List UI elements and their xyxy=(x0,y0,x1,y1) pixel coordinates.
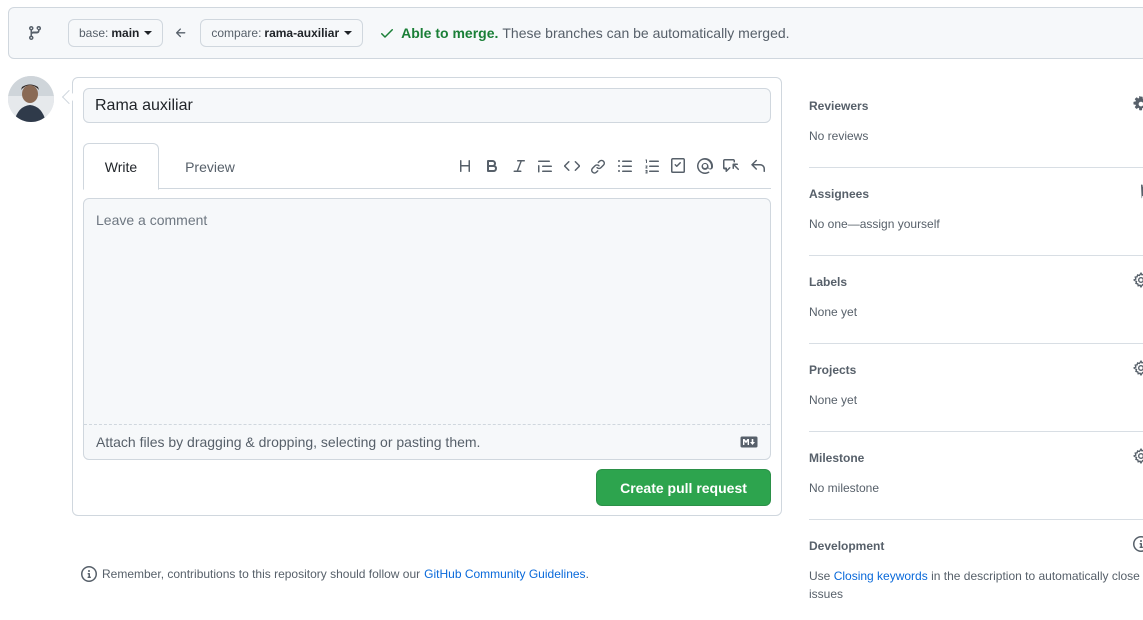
gear-icon[interactable] xyxy=(1133,184,1143,200)
compare-bar: base: main compare: rama-auxiliar Able t… xyxy=(8,7,1143,59)
italic-icon[interactable] xyxy=(506,153,532,179)
gear-icon[interactable] xyxy=(1133,448,1143,464)
create-pull-request-button[interactable]: Create pull request xyxy=(596,469,771,506)
heading-icon[interactable] xyxy=(452,153,478,179)
labels-value: None yet xyxy=(809,305,858,319)
projects-title[interactable]: Projects xyxy=(809,363,1143,377)
comment-area: Attach files by dragging & dropping, sel… xyxy=(83,198,771,460)
assignees-value[interactable]: No one—assign yourself xyxy=(809,215,1143,233)
markdown-icon[interactable] xyxy=(740,436,758,448)
pr-title-input[interactable] xyxy=(83,88,771,123)
attach-files-bar[interactable]: Attach files by dragging & dropping, sel… xyxy=(84,424,770,459)
gear-icon[interactable] xyxy=(1133,272,1143,288)
sidebar: Reviewers No reviews Assignees No one—as… xyxy=(809,80,1143,608)
closing-keywords-link[interactable]: Closing keywords xyxy=(834,569,928,583)
labels-title[interactable]: Labels xyxy=(809,275,1143,289)
comment-textarea[interactable] xyxy=(84,199,770,425)
gear-icon[interactable] xyxy=(1133,96,1143,112)
base-branch-name: main xyxy=(111,26,140,40)
compare-branch-button[interactable]: compare: rama-auxiliar xyxy=(200,19,364,47)
mention-icon[interactable] xyxy=(692,153,718,179)
check-icon xyxy=(379,25,395,41)
development-value: Use Closing keywords in the description … xyxy=(809,567,1143,603)
guidelines-note: Remember, contributions to this reposito… xyxy=(81,566,589,582)
sidebar-reviewers: Reviewers No reviews xyxy=(809,80,1143,168)
reviewers-title[interactable]: Reviewers xyxy=(809,99,1143,113)
quote-icon[interactable] xyxy=(532,153,558,179)
projects-value: None yet xyxy=(809,393,858,407)
tab-preview[interactable]: Preview xyxy=(173,143,247,190)
sidebar-projects: Projects None yet xyxy=(809,344,1143,432)
pull-request-composer: Write Preview xyxy=(72,77,782,516)
merge-status-ok: Able to merge. xyxy=(401,25,499,41)
avatar[interactable] xyxy=(8,76,54,122)
caret-down-icon xyxy=(144,31,153,35)
composer-tabs: Write Preview xyxy=(83,143,771,190)
ordered-list-icon[interactable] xyxy=(639,153,665,179)
development-pre: Use xyxy=(809,569,831,583)
sidebar-labels: Labels None yet xyxy=(809,256,1143,344)
development-title: Development xyxy=(809,539,885,553)
avatar-image xyxy=(8,76,54,122)
base-branch-button[interactable]: base: main xyxy=(68,19,164,47)
task-list-icon[interactable] xyxy=(665,153,691,179)
sidebar-development: Development Use Closing keywords in the … xyxy=(809,520,1143,608)
guidelines-text: Remember, contributions to this reposito… xyxy=(102,567,421,581)
sidebar-assignees: Assignees No one—assign yourself xyxy=(809,168,1143,256)
reference-icon[interactable] xyxy=(718,153,744,179)
guidelines-end: . xyxy=(585,567,589,581)
merge-status-description: These branches can be automatically merg… xyxy=(502,25,790,41)
info-icon[interactable] xyxy=(1133,536,1143,552)
compare-branch-name: rama-auxiliar xyxy=(264,26,340,40)
markdown-toolbar xyxy=(452,143,771,189)
base-branch-label: base: xyxy=(79,26,109,40)
gear-icon[interactable] xyxy=(1133,360,1143,376)
attach-files-text: Attach files by dragging & dropping, sel… xyxy=(96,433,481,450)
reviewers-value: No reviews xyxy=(809,129,869,143)
compare-branch-label: compare: xyxy=(211,26,262,40)
arrow-left-icon xyxy=(174,26,188,40)
milestone-value: No milestone xyxy=(809,481,880,495)
community-guidelines-link[interactable]: GitHub Community Guidelines xyxy=(424,567,585,581)
assignees-title[interactable]: Assignees xyxy=(809,187,1143,201)
info-icon xyxy=(81,566,97,582)
undo-icon[interactable] xyxy=(745,153,771,179)
bold-icon[interactable] xyxy=(479,153,505,179)
git-compare-icon xyxy=(27,25,43,41)
code-icon[interactable] xyxy=(559,153,585,179)
link-icon[interactable] xyxy=(585,153,611,179)
tab-write[interactable]: Write xyxy=(83,143,159,190)
milestone-title[interactable]: Milestone xyxy=(809,451,1143,465)
caret-down-icon xyxy=(344,31,353,35)
unordered-list-icon[interactable] xyxy=(612,153,638,179)
merge-status: Able to merge. These branches can be aut… xyxy=(379,25,790,41)
sidebar-milestone: Milestone No milestone xyxy=(809,432,1143,520)
